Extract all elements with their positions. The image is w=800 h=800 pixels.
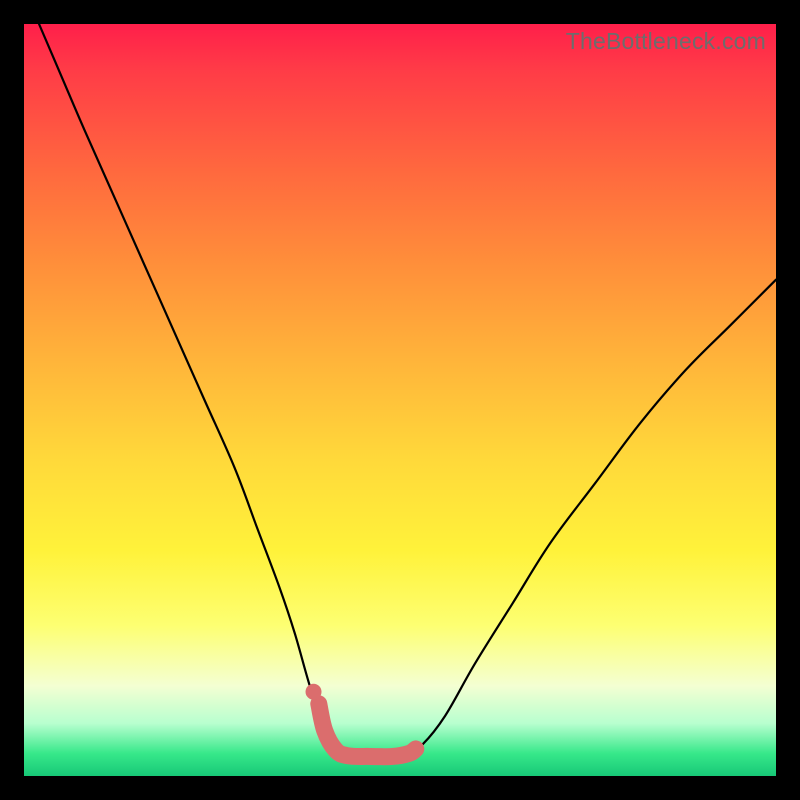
highlight-dot	[306, 684, 322, 700]
bottleneck-curve	[39, 24, 776, 757]
bottom-highlight-arc	[319, 704, 416, 757]
chart-area: TheBottleneck.com	[24, 24, 776, 776]
bottleneck-plot	[24, 24, 776, 776]
